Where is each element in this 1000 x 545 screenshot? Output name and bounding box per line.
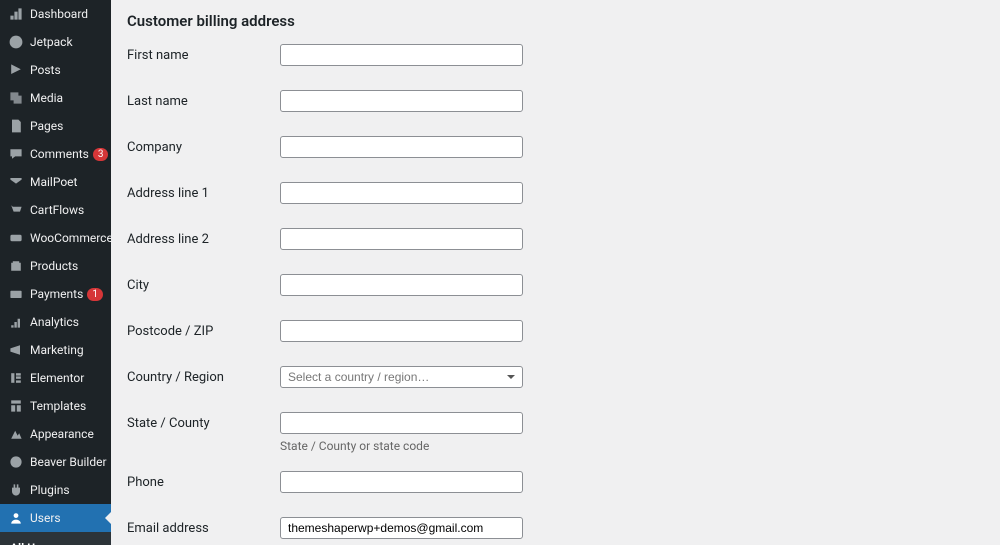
row-email: Email address — [127, 517, 984, 539]
sidebar-item-users[interactable]: Users — [0, 504, 111, 532]
sidebar-item-payments[interactable]: Payments 1 — [0, 280, 111, 308]
dashboard-icon — [8, 6, 24, 22]
section-title: Customer billing address — [127, 12, 984, 30]
input-city[interactable] — [280, 274, 523, 296]
sidebar-item-label: Posts — [30, 63, 103, 77]
label-last-name: Last name — [127, 90, 280, 109]
label-state: State / County — [127, 412, 280, 431]
sidebar-item-label: Elementor — [30, 371, 103, 385]
sidebar-item-label: Media — [30, 91, 103, 105]
cartflows-icon — [8, 202, 24, 218]
sidebar-item-label: Payments — [30, 287, 83, 301]
products-icon — [8, 258, 24, 274]
sidebar-item-plugins[interactable]: Plugins — [0, 476, 111, 504]
payments-icon — [8, 286, 24, 302]
elementor-icon — [8, 370, 24, 386]
sidebar-item-cartflows[interactable]: CartFlows — [0, 196, 111, 224]
row-company: Company — [127, 136, 984, 158]
plugins-icon — [8, 482, 24, 498]
row-last-name: Last name — [127, 90, 984, 112]
sidebar-item-woocommerce[interactable]: WooCommerce — [0, 224, 111, 252]
sidebar-item-comments[interactable]: Comments 3 — [0, 140, 111, 168]
sidebar-item-marketing[interactable]: Marketing — [0, 336, 111, 364]
users-submenu: All Users Add New Profile — [0, 532, 111, 545]
row-state: State / County State / County or state c… — [127, 412, 984, 453]
sidebar-item-label: Pages — [30, 119, 103, 133]
label-postcode: Postcode / ZIP — [127, 320, 280, 339]
input-address1[interactable] — [280, 182, 523, 204]
label-address1: Address line 1 — [127, 182, 280, 201]
sidebar-item-label: Templates — [30, 399, 103, 413]
sidebar-item-media[interactable]: Media — [0, 84, 111, 112]
sidebar-item-label: Products — [30, 259, 103, 273]
input-company[interactable] — [280, 136, 523, 158]
payments-badge: 1 — [87, 288, 103, 301]
sidebar-item-label: Beaver Builder — [30, 455, 107, 469]
sidebar-item-label: Dashboard — [30, 7, 103, 21]
posts-icon — [8, 62, 24, 78]
sidebar-item-label: Plugins — [30, 483, 103, 497]
sidebar-item-elementor[interactable]: Elementor — [0, 364, 111, 392]
input-address2[interactable] — [280, 228, 523, 250]
label-address2: Address line 2 — [127, 228, 280, 247]
woocommerce-icon — [8, 230, 24, 246]
marketing-icon — [8, 342, 24, 358]
row-address2: Address line 2 — [127, 228, 984, 250]
comments-badge: 3 — [93, 148, 109, 161]
appearance-icon — [8, 426, 24, 442]
row-postcode: Postcode / ZIP — [127, 320, 984, 342]
row-address1: Address line 1 — [127, 182, 984, 204]
sidebar-item-analytics[interactable]: Analytics — [0, 308, 111, 336]
analytics-icon — [8, 314, 24, 330]
input-last-name[interactable] — [280, 90, 523, 112]
sidebar-item-label: Comments — [30, 147, 89, 161]
sidebar-item-label: MailPoet — [30, 175, 103, 189]
jetpack-icon — [8, 34, 24, 50]
sidebar-item-templates[interactable]: Templates — [0, 392, 111, 420]
label-email: Email address — [127, 517, 280, 536]
comments-icon — [8, 146, 24, 162]
label-country: Country / Region — [127, 366, 280, 385]
input-state[interactable] — [280, 412, 523, 434]
sidebar-item-label: Marketing — [30, 343, 103, 357]
users-icon — [8, 510, 24, 526]
sidebar-item-label: Appearance — [30, 427, 103, 441]
sidebar-item-dashboard[interactable]: Dashboard — [0, 0, 111, 28]
hint-state: State / County or state code — [280, 439, 523, 453]
sidebar-item-mailpoet[interactable]: MailPoet — [0, 168, 111, 196]
submenu-all-users[interactable]: All Users — [0, 536, 111, 545]
row-city: City — [127, 274, 984, 296]
sidebar-item-pages[interactable]: Pages — [0, 112, 111, 140]
input-postcode[interactable] — [280, 320, 523, 342]
row-phone: Phone — [127, 471, 984, 493]
templates-icon — [8, 398, 24, 414]
sidebar-item-jetpack[interactable]: Jetpack — [0, 28, 111, 56]
sidebar-item-label: WooCommerce — [30, 231, 111, 245]
label-company: Company — [127, 136, 280, 155]
sidebar-item-label: Jetpack — [30, 35, 103, 49]
sidebar-item-beaver[interactable]: Beaver Builder — [0, 448, 111, 476]
mailpoet-icon — [8, 174, 24, 190]
media-icon — [8, 90, 24, 106]
sidebar-item-label: Users — [30, 511, 103, 525]
pages-icon — [8, 118, 24, 134]
input-first-name[interactable] — [280, 44, 523, 66]
row-country: Country / Region Select a country / regi… — [127, 366, 984, 388]
row-first-name: First name — [127, 44, 984, 66]
admin-sidebar: Dashboard Jetpack Posts Media Pages Comm… — [0, 0, 111, 545]
sidebar-item-products[interactable]: Products — [0, 252, 111, 280]
input-phone[interactable] — [280, 471, 523, 493]
sidebar-item-label: Analytics — [30, 315, 103, 329]
sidebar-item-label: CartFlows — [30, 203, 103, 217]
label-phone: Phone — [127, 471, 280, 490]
main-content: Customer billing address First name Last… — [111, 0, 1000, 545]
input-email[interactable] — [280, 517, 523, 539]
beaver-icon — [8, 454, 24, 470]
select-country[interactable]: Select a country / region… — [280, 366, 523, 388]
sidebar-item-posts[interactable]: Posts — [0, 56, 111, 84]
label-city: City — [127, 274, 280, 293]
label-first-name: First name — [127, 44, 280, 63]
sidebar-item-appearance[interactable]: Appearance — [0, 420, 111, 448]
